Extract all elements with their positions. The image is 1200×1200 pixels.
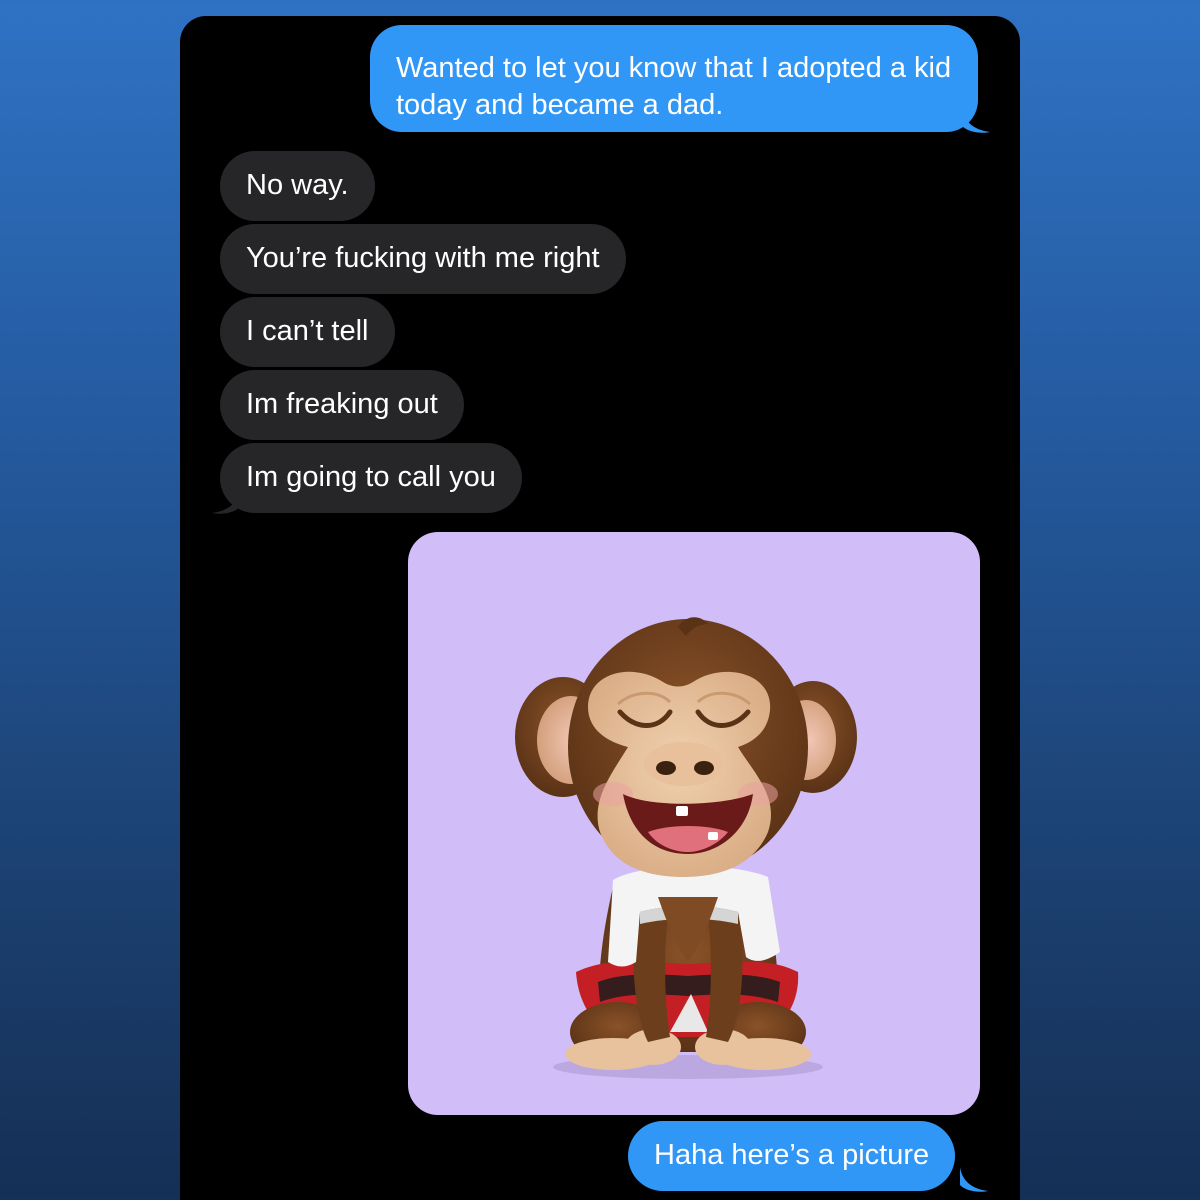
incoming-message-bubble[interactable]: Im going to call you — [220, 443, 522, 513]
message-text: Im going to call you — [246, 461, 496, 493]
image-attachment[interactable] — [408, 532, 980, 1115]
bubble-tail-icon — [962, 108, 990, 133]
message-text: Haha here’s a picture — [654, 1139, 930, 1171]
outgoing-message-bubble[interactable]: Haha here’s a picture — [628, 1121, 956, 1191]
monkey-picture — [515, 617, 857, 1079]
incoming-message-bubble[interactable]: You’re fucking with me right — [220, 224, 626, 294]
message-text: Im freaking out — [246, 388, 438, 420]
message-text: No way. — [246, 169, 349, 201]
bubble-tail-icon — [960, 1167, 988, 1192]
incoming-message-bubble[interactable]: Im freaking out — [220, 370, 464, 440]
message-thread: Wanted to let you know that I adopted a … — [180, 16, 1020, 1200]
incoming-message-bubble[interactable]: No way. — [220, 151, 375, 221]
incoming-message-bubble[interactable]: I can’t tell — [220, 297, 395, 367]
bubble-tail-icon — [212, 489, 240, 514]
outgoing-message-bubble[interactable]: Wanted to let you know that I adopted a … — [370, 25, 978, 132]
message-text: Wanted to let you know that I adopted a … — [396, 52, 952, 121]
message-text: You’re fucking with me right — [246, 242, 600, 274]
message-text: I can’t tell — [246, 315, 369, 347]
